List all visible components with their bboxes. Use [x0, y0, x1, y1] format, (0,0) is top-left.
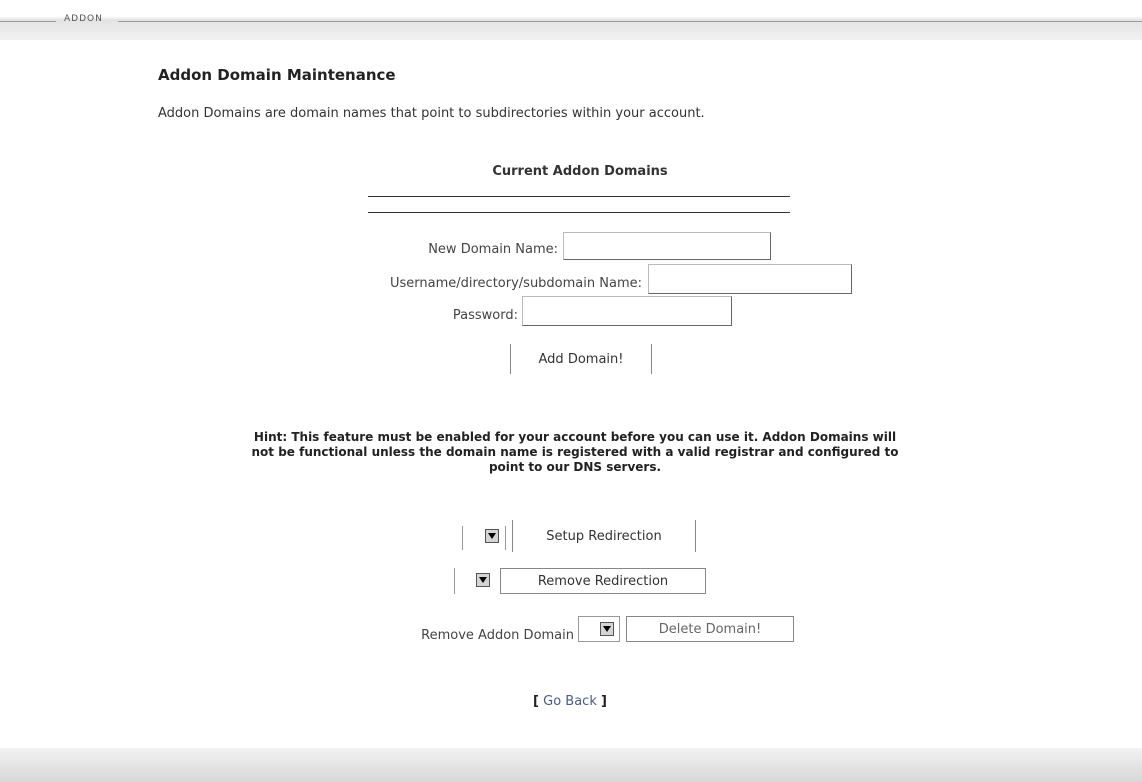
new-domain-label: New Domain Name:	[428, 242, 558, 257]
go-back-open-bracket: [	[533, 694, 539, 709]
current-domains-title: Current Addon Domains	[492, 164, 668, 179]
top-divider-left	[0, 21, 56, 22]
chevron-down-icon	[476, 573, 490, 587]
remove-redirection-button[interactable]: Remove Redirection	[500, 568, 706, 594]
setup-redirection-select[interactable]	[462, 526, 506, 550]
username-label: Username/directory/subdomain Name:	[389, 276, 642, 291]
hint-line-1: Hint: This feature must be enabled for y…	[253, 430, 897, 444]
go-back: [ Go Back ]	[500, 694, 640, 709]
hint-text: Hint: This feature must be enabled for y…	[150, 430, 1000, 475]
setup-redirection-button[interactable]: Setup Redirection	[512, 520, 696, 552]
password-label: Password:	[452, 308, 518, 323]
password-input[interactable]	[522, 296, 732, 326]
bottom-bar	[0, 748, 1142, 782]
go-back-link[interactable]: Go Back	[543, 694, 597, 709]
current-domains-bottom-rule	[368, 212, 790, 213]
go-back-close-bracket: ]	[601, 694, 607, 709]
username-input[interactable]	[648, 264, 852, 294]
hint-line-3: point to our DNS servers.	[488, 460, 662, 474]
chevron-down-icon	[485, 529, 499, 543]
remove-addon-domain-select[interactable]	[578, 616, 620, 642]
current-domains-top-rule	[368, 196, 790, 197]
top-bar: ADDON	[0, 0, 1142, 40]
hint-line-2: not be functional unless the domain name…	[251, 445, 899, 459]
add-domain-button[interactable]: Add Domain!	[510, 344, 652, 374]
chevron-down-icon	[600, 622, 614, 636]
top-divider-right	[118, 21, 1142, 22]
remove-redirection-select[interactable]	[454, 568, 494, 594]
page-title: Addon Domain Maintenance	[158, 66, 396, 84]
top-bar-label: ADDON	[64, 14, 103, 24]
remove-addon-domain-label: Remove Addon Domain	[421, 628, 574, 643]
delete-domain-button[interactable]: Delete Domain!	[626, 616, 794, 642]
new-domain-input[interactable]	[563, 232, 771, 260]
page-description: Addon Domains are domain names that poin…	[158, 106, 705, 121]
